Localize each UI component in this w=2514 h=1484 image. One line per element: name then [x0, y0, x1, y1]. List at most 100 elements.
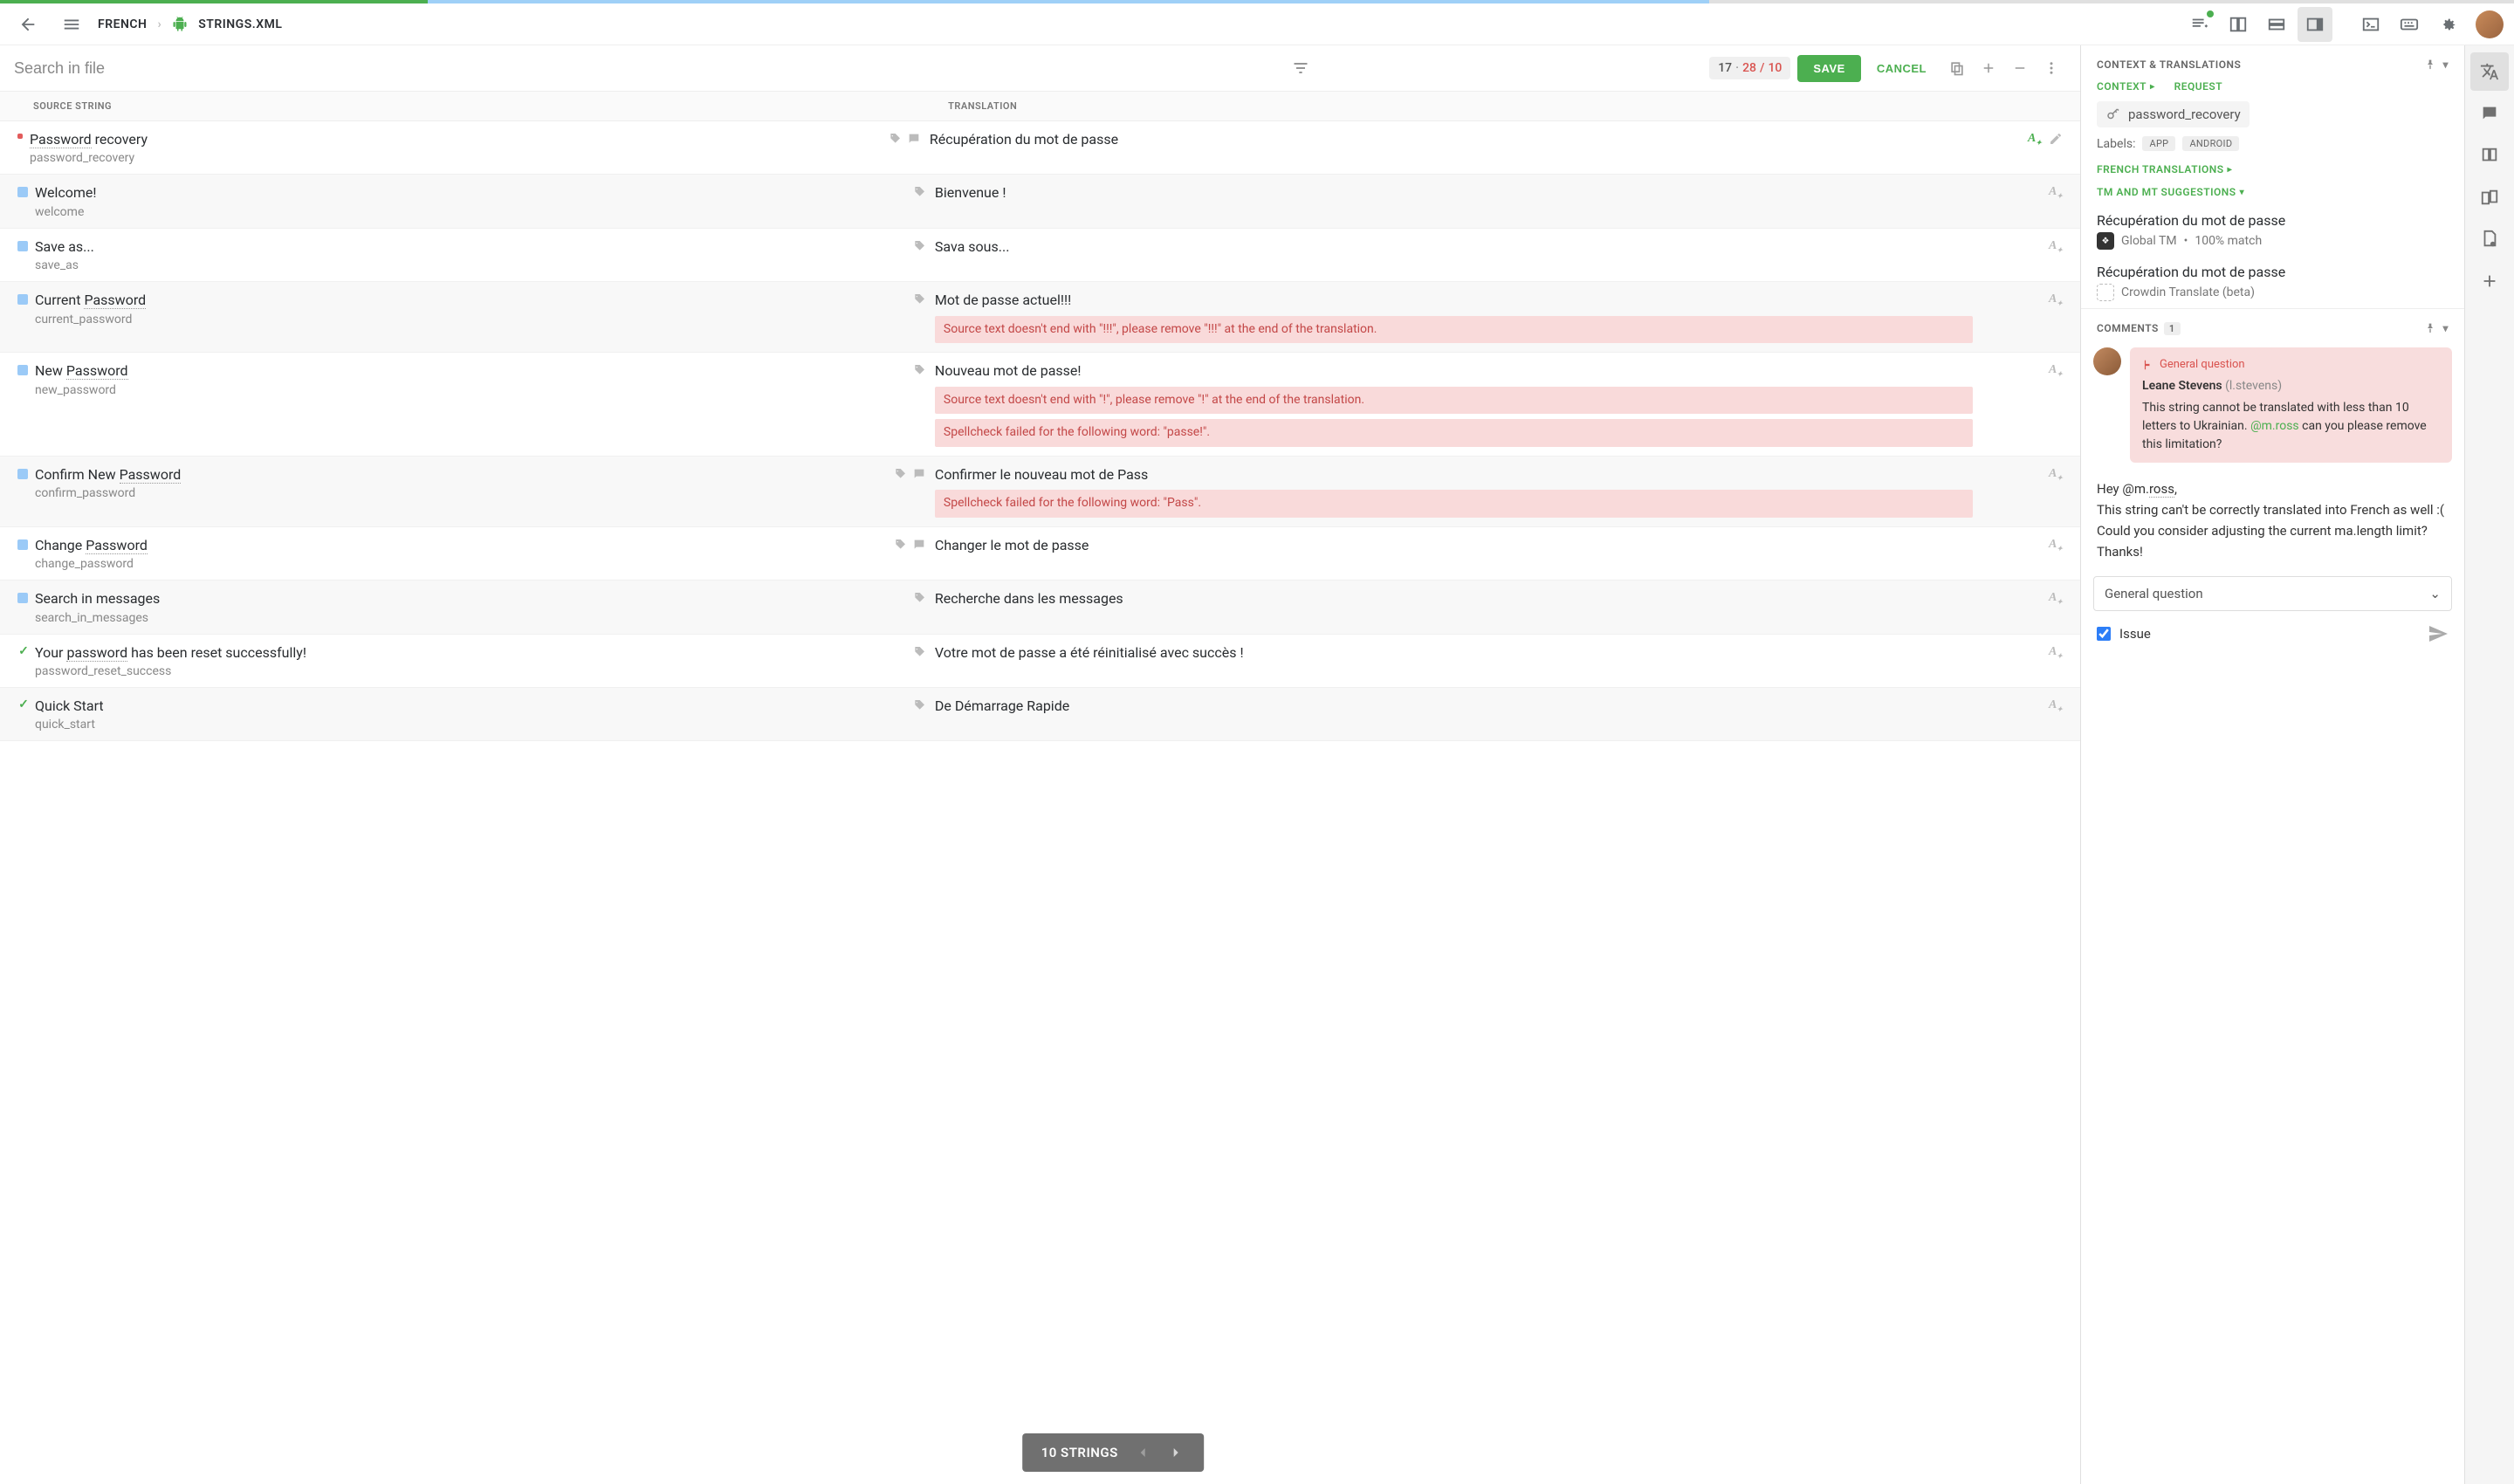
rail-translate-icon[interactable] [2470, 52, 2509, 91]
filter-icon[interactable] [1285, 52, 1316, 84]
auto-translate-icon[interactable]: A✦ [2049, 292, 2063, 307]
pin-icon[interactable] [2423, 58, 2437, 72]
avatar[interactable] [2476, 10, 2504, 38]
tag-icon[interactable] [893, 538, 907, 552]
rail-books-icon[interactable] [2470, 178, 2509, 216]
menu-button[interactable] [54, 7, 89, 42]
tag-icon[interactable] [912, 239, 926, 253]
rail-book-icon[interactable] [2470, 136, 2509, 175]
translation-text[interactable]: Votre mot de passe a été réinitialisé av… [935, 643, 2063, 663]
table-row[interactable]: ✓Your password has been reset successful… [0, 635, 2080, 688]
send-button[interactable] [2428, 623, 2449, 644]
validation-error: Spellcheck failed for the following word… [935, 419, 1973, 447]
more-icon[interactable] [2037, 53, 2066, 83]
auto-translate-icon[interactable]: A✦ [2049, 645, 2063, 660]
suggestion-mt[interactable]: Récupération du mot de passe Crowdin Tra… [2081, 257, 2464, 308]
gear-icon[interactable] [2430, 7, 2465, 42]
columns-icon[interactable] [2221, 7, 2256, 42]
table-row[interactable]: New Passwordnew_passwordNouveau mot de p… [0, 353, 2080, 457]
rail-plus-icon[interactable] [2470, 262, 2509, 300]
table-row[interactable]: Confirm New Passwordconfirm_passwordConf… [0, 457, 2080, 527]
rail-comment-icon[interactable] [2470, 94, 2509, 133]
translation-text[interactable]: Nouveau mot de passe! [935, 361, 2063, 381]
source-text: Confirm New Password [35, 465, 926, 484]
tag-icon[interactable] [888, 132, 902, 146]
translation-text[interactable]: Sava sous... [935, 237, 2063, 257]
layout-side-icon[interactable] [2298, 7, 2332, 42]
table-row[interactable]: Password recoverypassword_recoveryRécupé… [0, 121, 2080, 175]
tab-request[interactable]: REQUEST [2174, 80, 2223, 93]
tag-icon[interactable] [893, 467, 907, 481]
save-button[interactable]: SAVE [1797, 55, 1860, 82]
table-row[interactable]: Change Passwordchange_passwordChanger le… [0, 527, 2080, 581]
auto-translate-icon[interactable]: A✦ [2049, 538, 2063, 553]
translation-text[interactable]: De Démarrage Rapide [935, 697, 2063, 716]
translation-text[interactable]: Récupération du mot de passe [930, 130, 2063, 149]
tag-icon[interactable] [912, 292, 926, 306]
pager-next[interactable] [1167, 1444, 1185, 1461]
validation-error: Spellcheck failed for the following word… [935, 490, 1973, 518]
edit-icon[interactable] [2049, 132, 2063, 146]
auto-translate-icon[interactable]: A✦ [2049, 363, 2063, 378]
list-headers: SOURCE STRING TRANSLATION [0, 92, 2080, 121]
comment-icon[interactable] [912, 467, 926, 481]
source-key: welcome [35, 205, 926, 219]
table-row[interactable]: Current Passwordcurrent_passwordMot de p… [0, 282, 2080, 353]
source-text: Save as... [35, 237, 926, 257]
french-translations-link[interactable]: FRENCH TRANSLATIONS ▸ [2081, 160, 2464, 182]
rail-file-icon[interactable] [2470, 220, 2509, 258]
issue-type-select[interactable]: General question ⌄ [2093, 576, 2452, 611]
translation-text[interactable]: Recherche dans les messages [935, 589, 2063, 608]
label-app: APP [2142, 136, 2175, 151]
layout-horizontal-icon[interactable] [2259, 7, 2294, 42]
chevron-down-icon[interactable]: ▾ [2442, 58, 2449, 71]
back-button[interactable] [10, 7, 45, 42]
suggestions-icon[interactable] [2182, 7, 2217, 42]
breadcrumb-file[interactable]: STRINGS.XML [198, 17, 282, 31]
auto-translate-icon[interactable]: A✦ [2049, 185, 2063, 200]
source-key: change_password [35, 557, 926, 571]
translation-text[interactable]: Changer le mot de passe [935, 536, 2063, 555]
keyboard-icon[interactable] [2392, 7, 2427, 42]
validation-error: Source text doesn't end with "!", please… [935, 387, 1973, 415]
search-input[interactable] [14, 59, 1278, 78]
tag-icon[interactable] [912, 363, 926, 377]
plus-icon[interactable] [1974, 53, 2003, 83]
tab-context[interactable]: CONTEXT ▸ [2097, 80, 2155, 93]
translation-text[interactable]: Mot de passe actuel!!! [935, 291, 2063, 310]
auto-translate-icon[interactable]: A✦ [2028, 132, 2042, 147]
source-text: Current Password [35, 291, 926, 310]
minus-icon[interactable] [2005, 53, 2035, 83]
suggestion-tm[interactable]: Récupération du mot de passe ❖ Global TM… [2081, 205, 2464, 257]
auto-translate-icon[interactable]: A✦ [2049, 239, 2063, 254]
pager-prev[interactable] [1134, 1444, 1151, 1461]
table-row[interactable]: ✓Quick Startquick_startDe Démarrage Rapi… [0, 688, 2080, 741]
auto-translate-icon[interactable]: A✦ [2049, 467, 2063, 482]
tag-icon[interactable] [912, 591, 926, 605]
status-untranslated-icon [17, 134, 23, 139]
copy-icon[interactable] [1942, 53, 1972, 83]
comment-icon[interactable] [907, 132, 921, 146]
reply-textarea[interactable]: Hey @m.ross, This string can't be correc… [2081, 471, 2464, 571]
terminal-icon[interactable] [2353, 7, 2388, 42]
tag-icon[interactable] [912, 698, 926, 712]
suggestions-link[interactable]: TM AND MT SUGGESTIONS ▾ [2081, 182, 2464, 205]
table-row[interactable]: Welcome!welcomeBienvenue !A✦ [0, 175, 2080, 228]
comment-icon[interactable] [912, 538, 926, 552]
cancel-button[interactable]: CANCEL [1868, 55, 1935, 82]
auto-translate-icon[interactable]: A✦ [2049, 698, 2063, 713]
chevron-down-icon[interactable]: ▾ [2442, 322, 2449, 334]
status-translated-icon [17, 241, 28, 251]
tag-icon[interactable] [912, 645, 926, 659]
table-row[interactable]: Save as...save_asSava sous...A✦ [0, 229, 2080, 282]
issue-checkbox[interactable] [2097, 627, 2111, 641]
pin-icon[interactable] [2423, 321, 2437, 335]
table-row[interactable]: Search in messagessearch_in_messagesRech… [0, 581, 2080, 634]
translation-text[interactable]: Bienvenue ! [935, 183, 2063, 203]
translation-text[interactable]: Confirmer le nouveau mot de Pass [935, 465, 2063, 484]
tag-icon[interactable] [912, 185, 926, 199]
label-android: ANDROID [2182, 136, 2239, 151]
status-translated-icon [17, 187, 28, 197]
auto-translate-icon[interactable]: A✦ [2049, 591, 2063, 606]
breadcrumb-lang[interactable]: FRENCH [98, 17, 147, 31]
